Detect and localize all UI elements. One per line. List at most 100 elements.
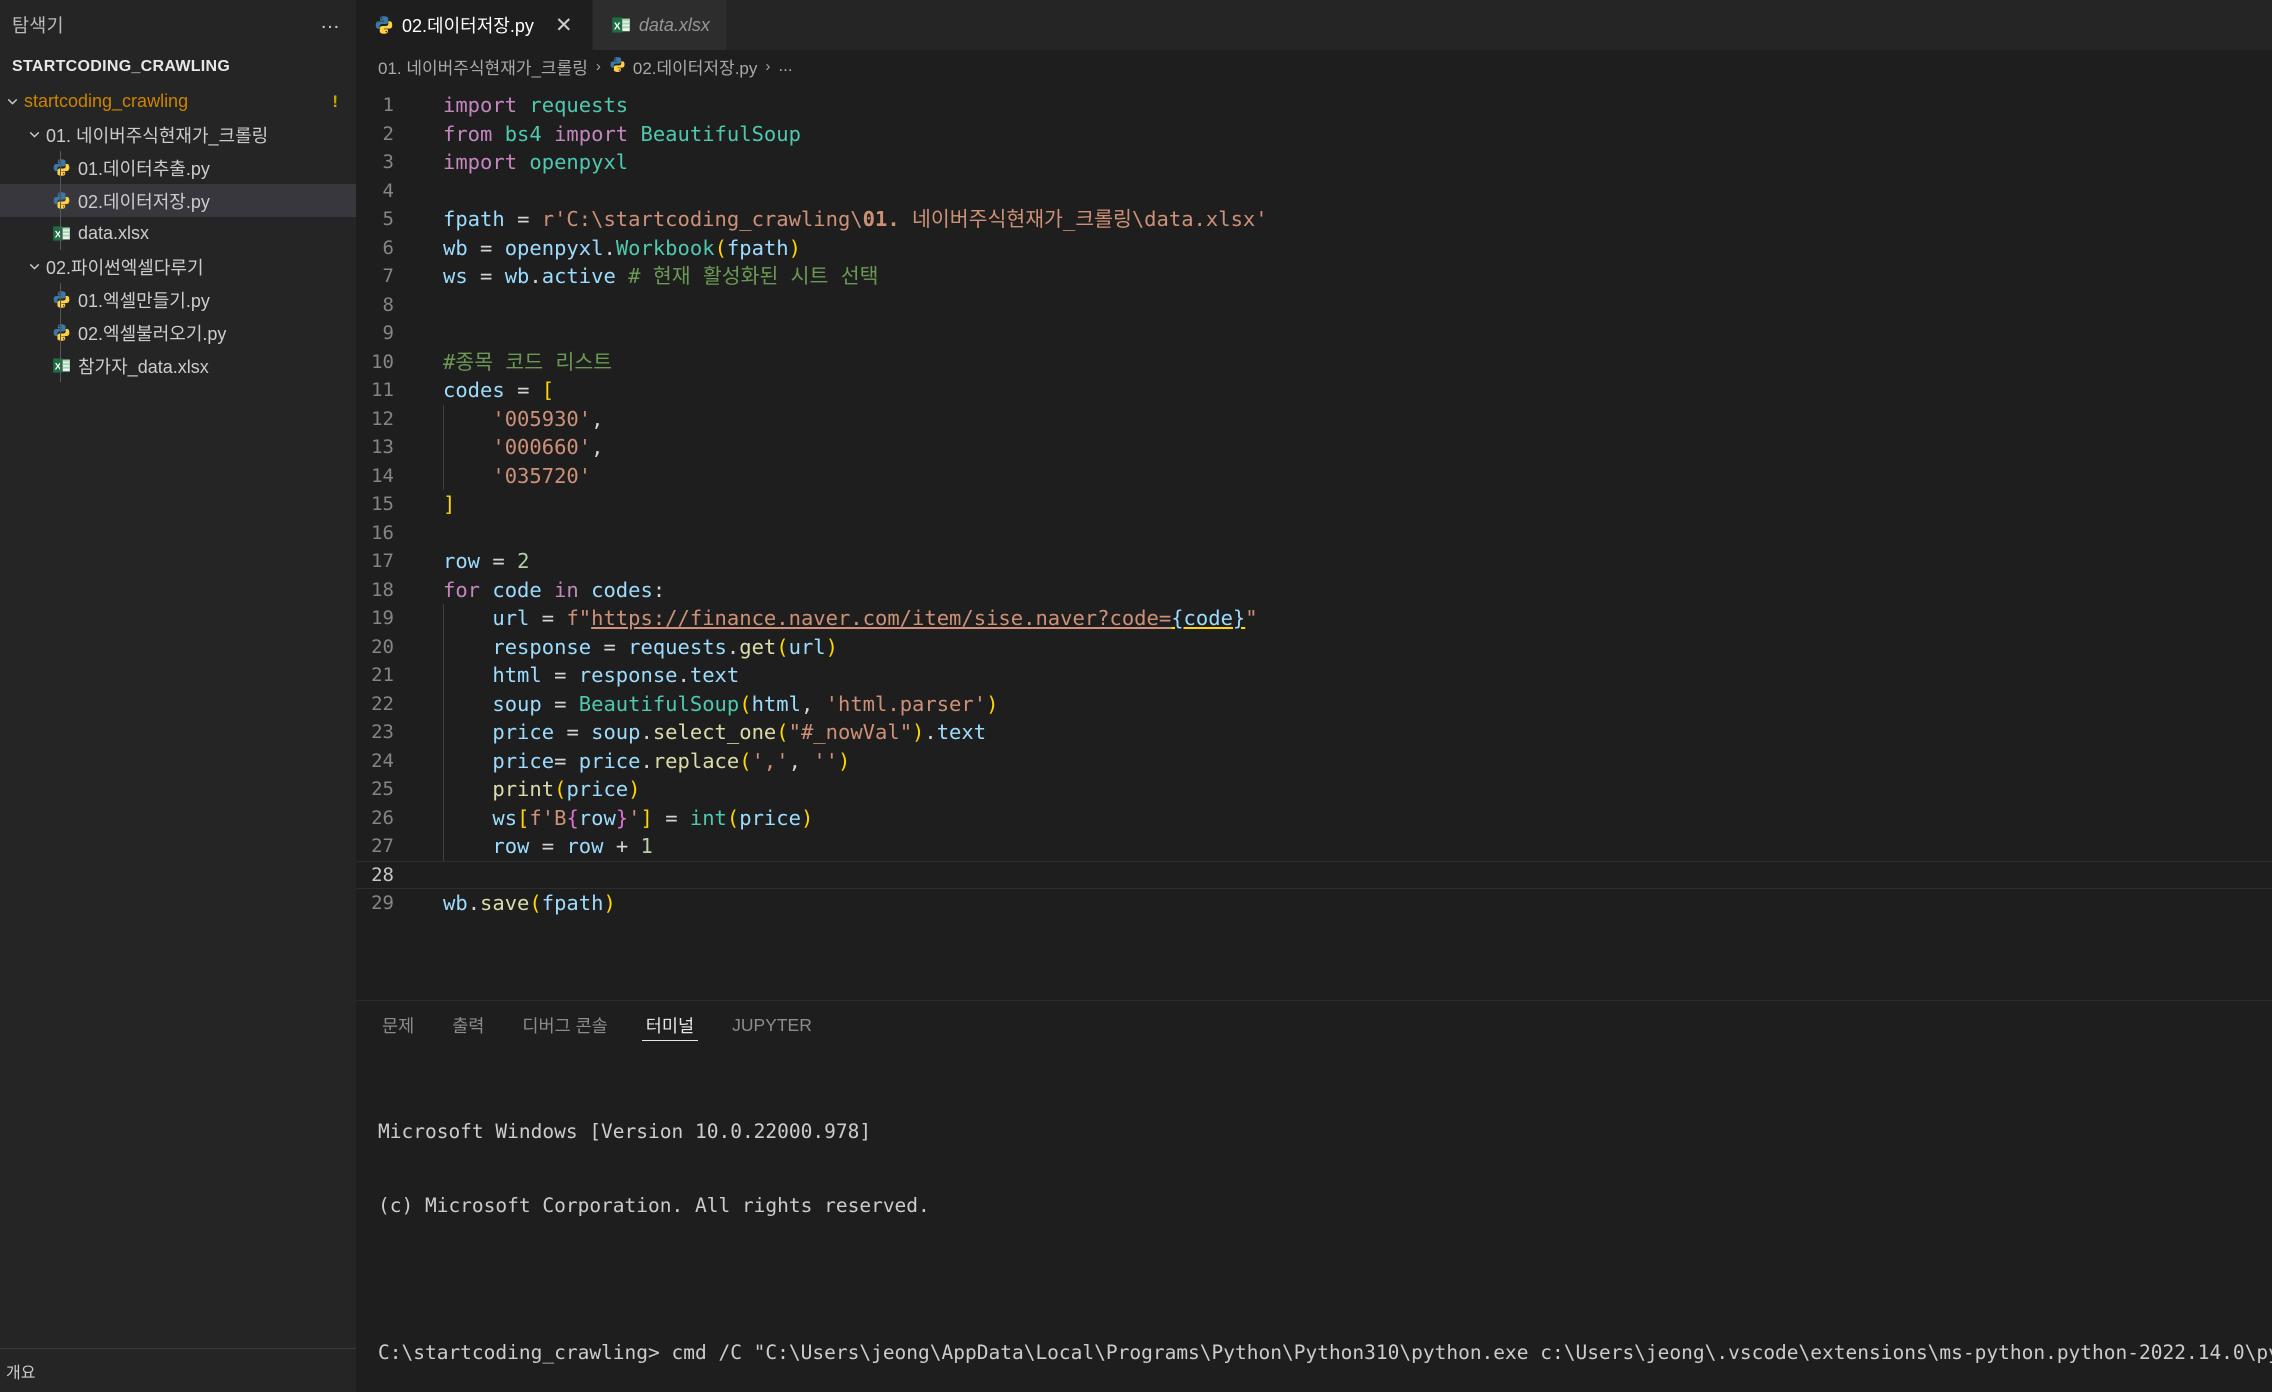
indent-guide: [60, 184, 61, 217]
tab-label: data.xlsx: [638, 14, 710, 35]
chevron-down-icon: [22, 258, 46, 275]
tab-jupyter[interactable]: JUPYTER: [728, 1001, 816, 1049]
line-number: 5: [382, 208, 394, 230]
tree-item-01-excel-make-py[interactable]: 01.엑셀만들기.py: [0, 283, 356, 316]
code-line: 10 #종목 코드 리스트: [356, 348, 2272, 377]
tree-item-01-data-extract-py[interactable]: 01.데이터추출.py: [0, 151, 356, 184]
code-line: 22 soup = BeautifulSoup(html, 'html.pars…: [356, 689, 2272, 718]
code-editor[interactable]: 1 import requests 2 from bs4 import Beauti…: [356, 82, 2272, 1000]
code-line-current: 28: [356, 860, 2272, 889]
outline-label: 개요: [6, 1364, 36, 1382]
python-file-icon: [48, 191, 74, 210]
tab-02-data-save-py[interactable]: 02.데이터저장.py ✕: [356, 0, 593, 50]
excel-file-icon: X: [48, 224, 74, 243]
tab-data-xlsx[interactable]: X data.xlsx: [592, 0, 727, 50]
chevron-down-icon: [0, 93, 24, 110]
file-tree: startcoding_crawling ! 01. 네이버주식현재가_크롤링 …: [0, 83, 356, 382]
line-number: 4: [382, 179, 394, 202]
tree-item-label: 01.엑셀만들기.py: [78, 290, 210, 311]
breadcrumb: 01. 네이버주식현재가_크롤링 › 02.데이터저장.py › ...: [356, 50, 2272, 82]
tab-debug-console[interactable]: 디버그 콘솔: [518, 1001, 611, 1049]
tab-terminal[interactable]: 터미널: [641, 1001, 699, 1049]
breadcrumb-file-label: 02.데이터저장.py: [632, 58, 758, 78]
code-text: wb.save(fpath): [443, 891, 616, 915]
code-line: 29 wb.save(fpath): [356, 889, 2272, 918]
code-line: 24 price= price.replace(',', ''): [356, 746, 2272, 775]
tree-item-startcoding-crawling[interactable]: startcoding_crawling !: [0, 85, 356, 118]
problem-badge: !: [332, 91, 338, 111]
code-line: 13 '000660',: [356, 433, 2272, 462]
line-number: 2: [382, 122, 394, 145]
code-line: 21 html = response.text: [356, 661, 2272, 690]
tab-output[interactable]: 출력: [448, 1001, 488, 1049]
tab-problems[interactable]: 문제: [378, 1001, 418, 1049]
outline-section-header[interactable]: 개요: [0, 1348, 356, 1392]
terminal-line: Microsoft Windows [Version 10.0.22000.97…: [378, 1120, 872, 1143]
code-text: '035720': [418, 461, 591, 490]
tab-label: 02.데이터저장.py: [402, 16, 534, 36]
code-line: 16: [356, 519, 2272, 548]
breadcrumb-separator: ›: [765, 57, 771, 75]
breadcrumb-file[interactable]: 02.데이터저장.py: [609, 54, 758, 79]
indent-guide: [60, 151, 61, 184]
explorer-header: 탐색기 …: [0, 0, 356, 50]
code-text: codes = [: [443, 378, 555, 402]
tree-item-data-xlsx[interactable]: X data.xlsx: [0, 217, 356, 250]
tree-item-label: 01. 네이버주식현재가_크롤링: [46, 125, 269, 146]
tree-item-02-data-save-py[interactable]: 02.데이터저장.py: [0, 184, 356, 217]
svg-text:X: X: [614, 21, 621, 32]
terminal-line: (c) Microsoft Corporation. All rights re…: [378, 1193, 930, 1217]
line-number: 7: [382, 265, 394, 287]
tree-item-naver-stock-folder[interactable]: 01. 네이버주식현재가_크롤링: [0, 118, 356, 151]
line-number: 14: [371, 464, 394, 487]
line-number: 17: [371, 550, 394, 572]
chevron-down-icon: [22, 126, 46, 143]
code-line: 8: [356, 291, 2272, 320]
breadcrumb-folder[interactable]: 01. 네이버주식현재가_크롤링: [378, 54, 588, 79]
code-text: '005930',: [418, 404, 603, 433]
code-line: 12 '005930',: [356, 404, 2272, 433]
line-number: 9: [382, 322, 394, 344]
indent-guide: [60, 349, 61, 382]
line-number: 18: [371, 578, 394, 601]
bottom-panel: 문제 출력 디버그 콘솔 터미널 JUPYTER Microsoft Windo…: [356, 1000, 2272, 1392]
python-file-icon: [48, 290, 74, 309]
code-text: #종목 코드 리스트: [443, 349, 613, 374]
tab-bar-filler: [726, 0, 2272, 50]
code-line: 27 row = row + 1: [356, 832, 2272, 861]
tree-item-02-excel-load-py[interactable]: 02.엑셀불러오기.py: [0, 316, 356, 349]
line-number: 23: [371, 721, 394, 743]
code-line: 1 import requests: [356, 91, 2272, 120]
line-number: 25: [371, 778, 394, 800]
close-icon[interactable]: ✕: [552, 13, 576, 37]
code-text: url = f"https://finance.naver.com/item/s…: [418, 604, 1258, 633]
line-number: 24: [371, 749, 394, 772]
code-text: row = 2: [443, 549, 530, 573]
code-line: 9: [356, 319, 2272, 348]
code-line: 7 ws = wb.active # 현재 활성화된 시트 선택: [356, 262, 2272, 291]
excel-file-icon: X: [48, 356, 74, 375]
code-line: 2 from bs4 import BeautifulSoup: [356, 120, 2272, 149]
line-number: 6: [382, 236, 394, 259]
tree-item-label: 01.데이터추출.py: [78, 158, 210, 179]
code-text: price = soup.select_one("#_nowVal").text: [418, 718, 986, 747]
tree-item-python-excel-folder[interactable]: 02.파이썬엑셀다루기: [0, 250, 356, 283]
tree-item-participant-data-xlsx[interactable]: X 참가자_data.xlsx: [0, 349, 356, 382]
code-line: 18 for code in codes:: [356, 576, 2272, 605]
tree-item-label: 02.데이터저장.py: [78, 191, 210, 212]
code-text: from bs4 import BeautifulSoup: [443, 121, 801, 146]
breadcrumb-ellipsis[interactable]: ...: [778, 56, 792, 76]
tree-item-label: data.xlsx: [78, 223, 150, 243]
tree-item-label: 02.파이썬엑셀다루기: [46, 257, 204, 278]
code-line: 6 wb = openpyxl.Workbook(fpath): [356, 234, 2272, 263]
code-text: html = response.text: [418, 661, 739, 690]
more-actions-icon[interactable]: …: [320, 12, 342, 38]
code-text: price= price.replace(',', ''): [418, 746, 850, 775]
python-file-icon: [374, 15, 394, 35]
terminal-output[interactable]: Microsoft Windows [Version 10.0.22000.97…: [356, 1049, 2272, 1392]
code-line: 19 url = f"https://finance.naver.com/ite…: [356, 604, 2272, 633]
workspace-root-label[interactable]: STARTCODING_CRAWLING: [0, 50, 356, 83]
code-line: 20 response = requests.get(url): [356, 632, 2272, 661]
editor-tab-bar: 02.데이터저장.py ✕ X data.xlsx: [356, 0, 2272, 50]
